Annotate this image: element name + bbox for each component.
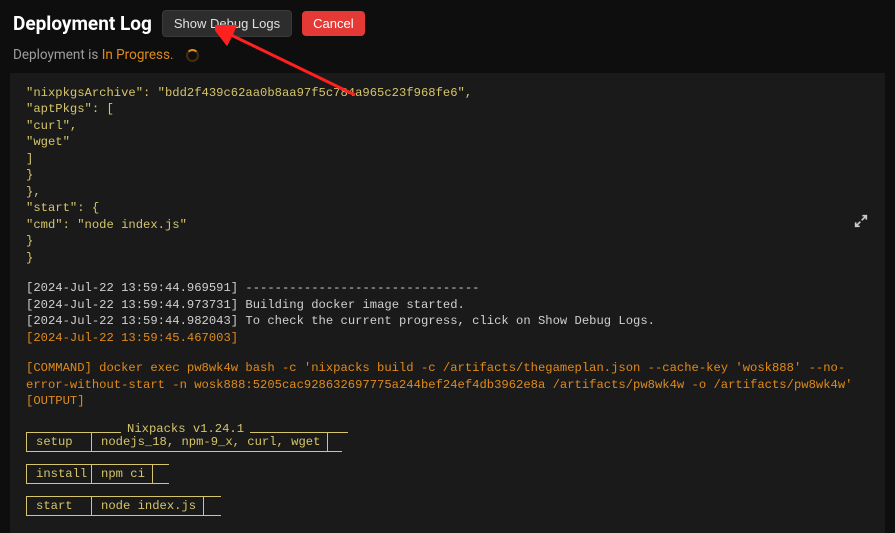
log-line: [2024-Jul-22 13:59:44.973731] Building d… [26,297,869,313]
log-line: }, [26,184,869,200]
log-line: [2024-Jul-22 13:59:44.982043] To check t… [26,313,869,329]
log-line: } [26,250,869,266]
deployment-status: Deployment is In Progress. [0,43,895,73]
log-line: "wget" [26,134,869,150]
log-timestamp-only: [2024-Jul-22 13:59:45.467003] [26,330,869,346]
log-line: } [26,233,869,249]
log-terminal: "nixpkgsArchive": "bdd2f439c62aa0b8aa97f… [10,73,885,533]
log-json-block: "nixpkgsArchive": "bdd2f439c62aa0b8aa97f… [26,85,869,266]
nixpacks-row: startnode index.js [26,497,869,515]
nixpacks-row: installnpm ci [26,465,869,483]
log-command: [COMMAND] docker exec pw8wk4w bash -c 'n… [26,360,869,393]
log-timestamp-block: [2024-Jul-22 13:59:44.969591] ----------… [26,280,869,329]
spinner-icon [186,49,199,62]
log-line: "aptPkgs": [ [26,101,869,117]
log-output-label: [OUTPUT] [26,393,869,409]
log-line: "curl", [26,118,869,134]
page-title: Deployment Log [13,12,152,35]
show-debug-logs-button[interactable]: Show Debug Logs [162,10,292,37]
nixpacks-box: Nixpacks v1.24.1 setupnodejs_18, npm-9_x… [26,423,869,516]
status-prefix: Deployment is [13,47,102,63]
log-line: ] [26,151,869,167]
log-line: "nixpkgsArchive": "bdd2f439c62aa0b8aa97f… [26,85,869,101]
cancel-button[interactable]: Cancel [302,11,364,36]
log-line: "cmd": "node index.js" [26,217,869,233]
log-line: [2024-Jul-22 13:59:44.969591] ----------… [26,280,869,296]
status-value: In Progress. [102,47,174,63]
expand-icon[interactable] [853,213,869,234]
log-line: } [26,167,869,183]
log-line: "start": { [26,200,869,216]
nixpacks-title: Nixpacks v1.24.1 [121,421,250,437]
